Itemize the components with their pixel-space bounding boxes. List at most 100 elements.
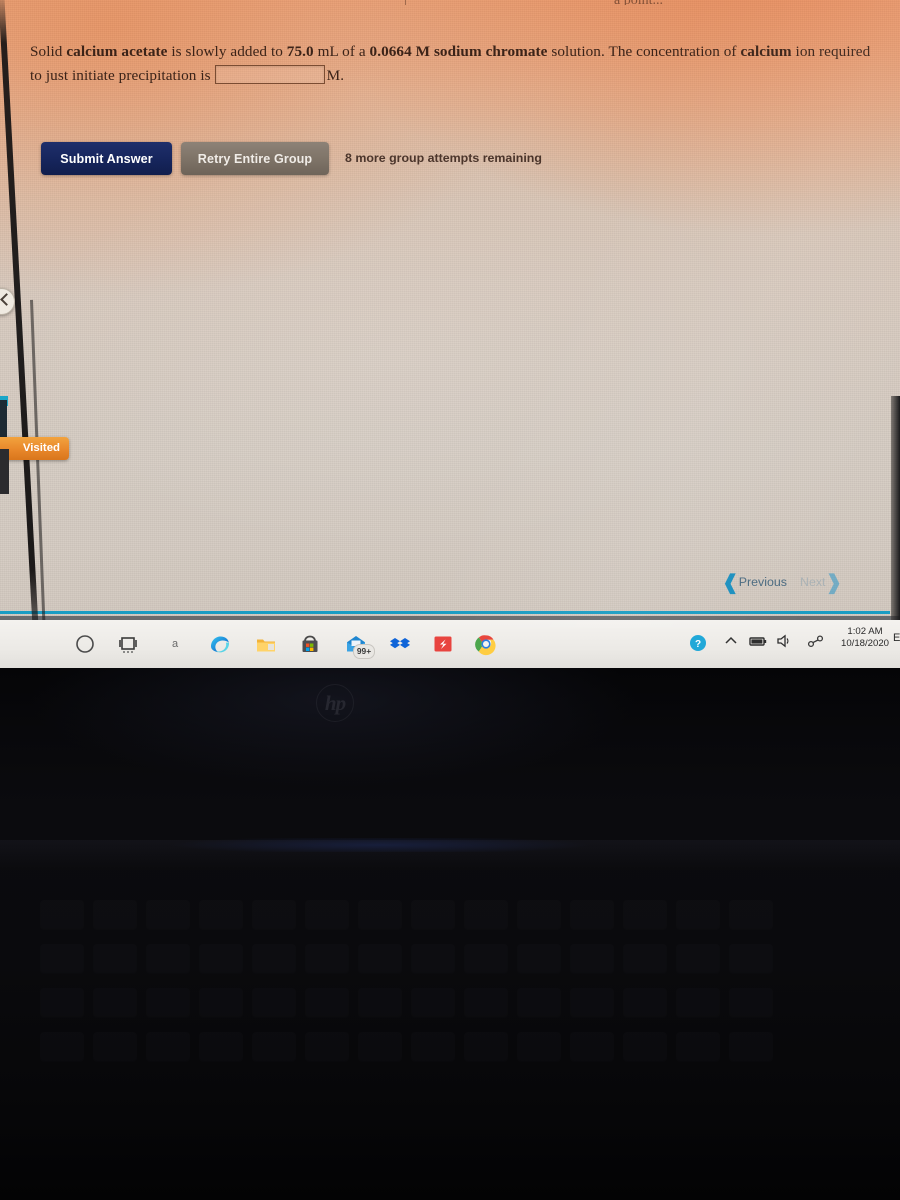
task-view-icon[interactable] <box>113 629 143 659</box>
keyboard-key <box>676 944 720 974</box>
keyboard-key <box>676 1032 720 1062</box>
windows-taskbar: a 99+ ? <box>0 620 900 668</box>
keyboard-key <box>570 988 614 1018</box>
previous-label: Previous <box>738 575 787 589</box>
keyboard-key <box>729 944 773 974</box>
question-segment: ion required <box>791 43 871 60</box>
keyboard-key <box>93 944 137 974</box>
keyboard-key <box>358 944 402 974</box>
keyboard-key <box>517 1032 561 1062</box>
keyboard-key <box>252 944 296 974</box>
keyboard-key <box>305 988 349 1018</box>
keyboard-key <box>146 1032 190 1062</box>
submit-answer-button[interactable]: Submit Answer <box>41 142 172 175</box>
previous-link[interactable]: ❰Previous <box>722 572 787 594</box>
keyboard-key <box>199 988 243 1018</box>
search-letter-glyph: a <box>171 638 179 650</box>
keyboard-key <box>729 900 773 930</box>
chevron-up-icon[interactable] <box>723 633 739 654</box>
snagit-icon[interactable] <box>428 629 458 659</box>
panel-collapse-toggle[interactable] <box>0 288 15 315</box>
clock-date: 10/18/2020 <box>840 637 889 649</box>
keyboard-key <box>411 988 455 1018</box>
action-center-icon[interactable]: E <box>893 632 900 644</box>
keyboard-key <box>464 944 508 974</box>
hp-brand-logo: hp <box>316 684 354 722</box>
google-chrome-icon[interactable] <box>471 629 501 659</box>
cropped-top-text-right: a point... <box>614 0 663 5</box>
keyboard-key <box>252 1032 296 1062</box>
keyboard-key <box>676 900 720 930</box>
next-label: Next <box>800 575 826 589</box>
visited-badge[interactable]: Visited <box>0 437 69 460</box>
assignment-page: | a point... Solid calcium acetate is sl… <box>0 0 900 628</box>
left-edge-strip-dark <box>0 449 9 494</box>
taskbar-clock[interactable]: 1:02 AM 10/18/2020 <box>837 626 893 649</box>
search-letter-icon[interactable]: a <box>160 629 190 659</box>
keyboard-key <box>358 1032 402 1062</box>
question-segment: to just initiate precipitation is <box>30 67 211 84</box>
keyboard-key <box>358 900 402 930</box>
file-explorer-icon[interactable] <box>251 629 281 659</box>
keyboard-key <box>93 988 137 1018</box>
keyboard-key <box>146 944 190 974</box>
keyboard-key <box>199 900 243 930</box>
svg-text:?: ? <box>695 639 701 650</box>
keyboard-key <box>40 988 84 1018</box>
help-circle-icon[interactable]: ? <box>688 633 708 658</box>
mail-icon[interactable]: 99+ <box>341 629 375 659</box>
network-icon[interactable] <box>806 633 826 654</box>
keyboard-key <box>623 988 667 1018</box>
question-bold-volume: 75.0 <box>286 43 314 60</box>
laptop-photo: | a point... Solid calcium acetate is sl… <box>0 0 900 1200</box>
mail-unread-badge: 99+ <box>353 644 375 659</box>
microsoft-edge-icon[interactable] <box>205 629 235 659</box>
retry-entire-group-button[interactable]: Retry Entire Group <box>181 142 329 175</box>
question-bold-concentration: 0.0664 M sodium chromate <box>369 43 548 60</box>
keyboard-key <box>623 1032 667 1062</box>
keyboard-key <box>729 1032 773 1062</box>
keyboard-key <box>305 944 349 974</box>
keyboard-key <box>199 944 243 974</box>
keyboard-key <box>517 988 561 1018</box>
next-link[interactable]: Next❱ <box>800 573 842 593</box>
question-bold-calcium-acetate: calcium acetate <box>66 43 168 60</box>
battery-icon[interactable] <box>748 633 768 654</box>
speaker-icon[interactable] <box>775 633 793 654</box>
chevron-left-icon <box>0 293 13 306</box>
keyboard-key <box>570 1032 614 1062</box>
question-segment: mL of a <box>313 43 370 60</box>
keyboard-key <box>623 900 667 930</box>
keyboard-key <box>411 900 455 930</box>
keyboard-key <box>199 1032 243 1062</box>
keyboard-key <box>305 900 349 930</box>
keyboard-key <box>305 1032 349 1062</box>
microsoft-store-icon[interactable] <box>295 629 325 659</box>
keyboard-key <box>252 988 296 1018</box>
question-segment: solution. The concentration of <box>547 43 741 60</box>
dropbox-icon[interactable] <box>385 629 415 659</box>
right-screen-edge <box>891 396 900 628</box>
question-bold-calcium: calcium <box>740 43 792 60</box>
keyboard-key <box>464 900 508 930</box>
browser-screen: | a point... Solid calcium acetate is sl… <box>0 0 900 628</box>
keyboard-key <box>146 900 190 930</box>
clock-time: 1:02 AM <box>847 626 883 637</box>
body-blue-reflection <box>120 838 640 852</box>
question-segment: Solid <box>30 43 67 60</box>
keyboard-key <box>40 900 84 930</box>
answer-input[interactable] <box>214 65 325 84</box>
chevron-left-icon: ❰ <box>722 572 739 594</box>
keyboard-key <box>146 988 190 1018</box>
laptop-keyboard <box>0 900 900 1200</box>
cortana-circle-icon[interactable] <box>70 629 100 659</box>
question-segment: is slowly added to <box>167 43 287 60</box>
keyboard-key <box>570 900 614 930</box>
keyboard-key <box>570 944 614 974</box>
keyboard-key <box>358 988 402 1018</box>
answer-unit-label: M. <box>326 67 345 84</box>
keyboard-key <box>517 944 561 974</box>
keyboard-key <box>623 944 667 974</box>
keyboard-key <box>411 944 455 974</box>
attempts-remaining-label: 8 more group attempts remaining <box>345 151 542 165</box>
